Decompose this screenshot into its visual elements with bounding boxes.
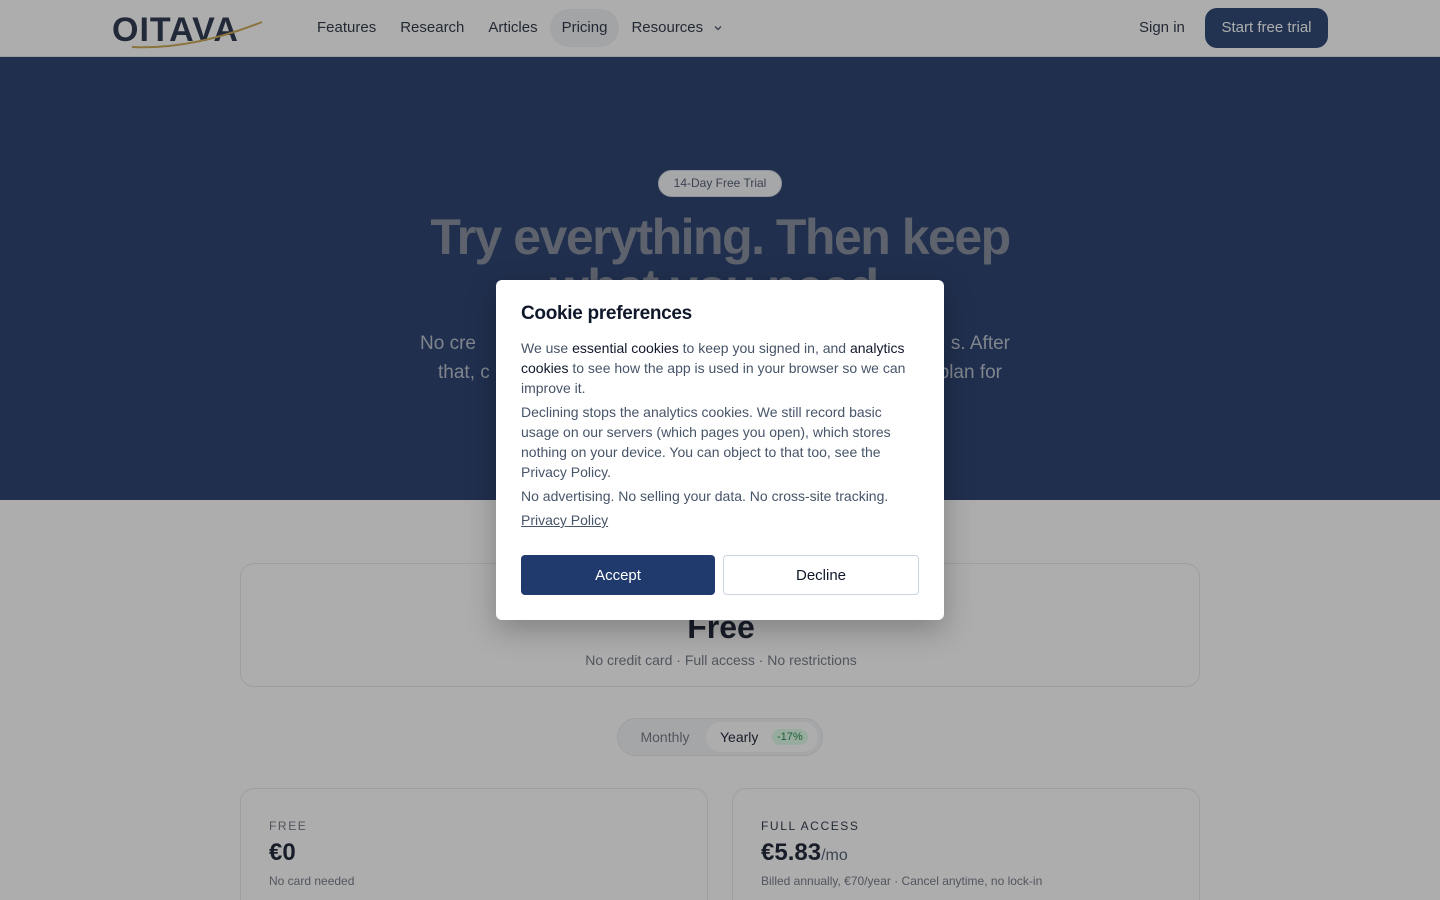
text-fragment: to keep you signed in, and <box>678 340 850 356</box>
essential-cookies-term: essential cookies <box>572 340 679 356</box>
cookie-paragraph-1: We use essential cookies to keep you sig… <box>521 338 919 398</box>
text-fragment: to see how the app is used in your brows… <box>521 360 906 396</box>
privacy-link-wrap: Privacy Policy <box>521 510 919 530</box>
accept-button[interactable]: Accept <box>521 555 715 595</box>
cookie-paragraph-2: Declining stops the analytics cookies. W… <box>521 404 891 480</box>
decline-button[interactable]: Decline <box>723 555 919 595</box>
privacy-policy-link[interactable]: Privacy Policy <box>521 512 608 528</box>
dialog-body: We use essential cookies to keep you sig… <box>521 338 919 534</box>
cookie-paragraph-3: No advertising. No selling your data. No… <box>521 488 889 504</box>
text-fragment: We use <box>521 340 573 356</box>
dialog-title: Cookie preferences <box>521 303 692 324</box>
cookie-preferences-dialog: Cookie preferences We use essential cook… <box>496 280 944 620</box>
